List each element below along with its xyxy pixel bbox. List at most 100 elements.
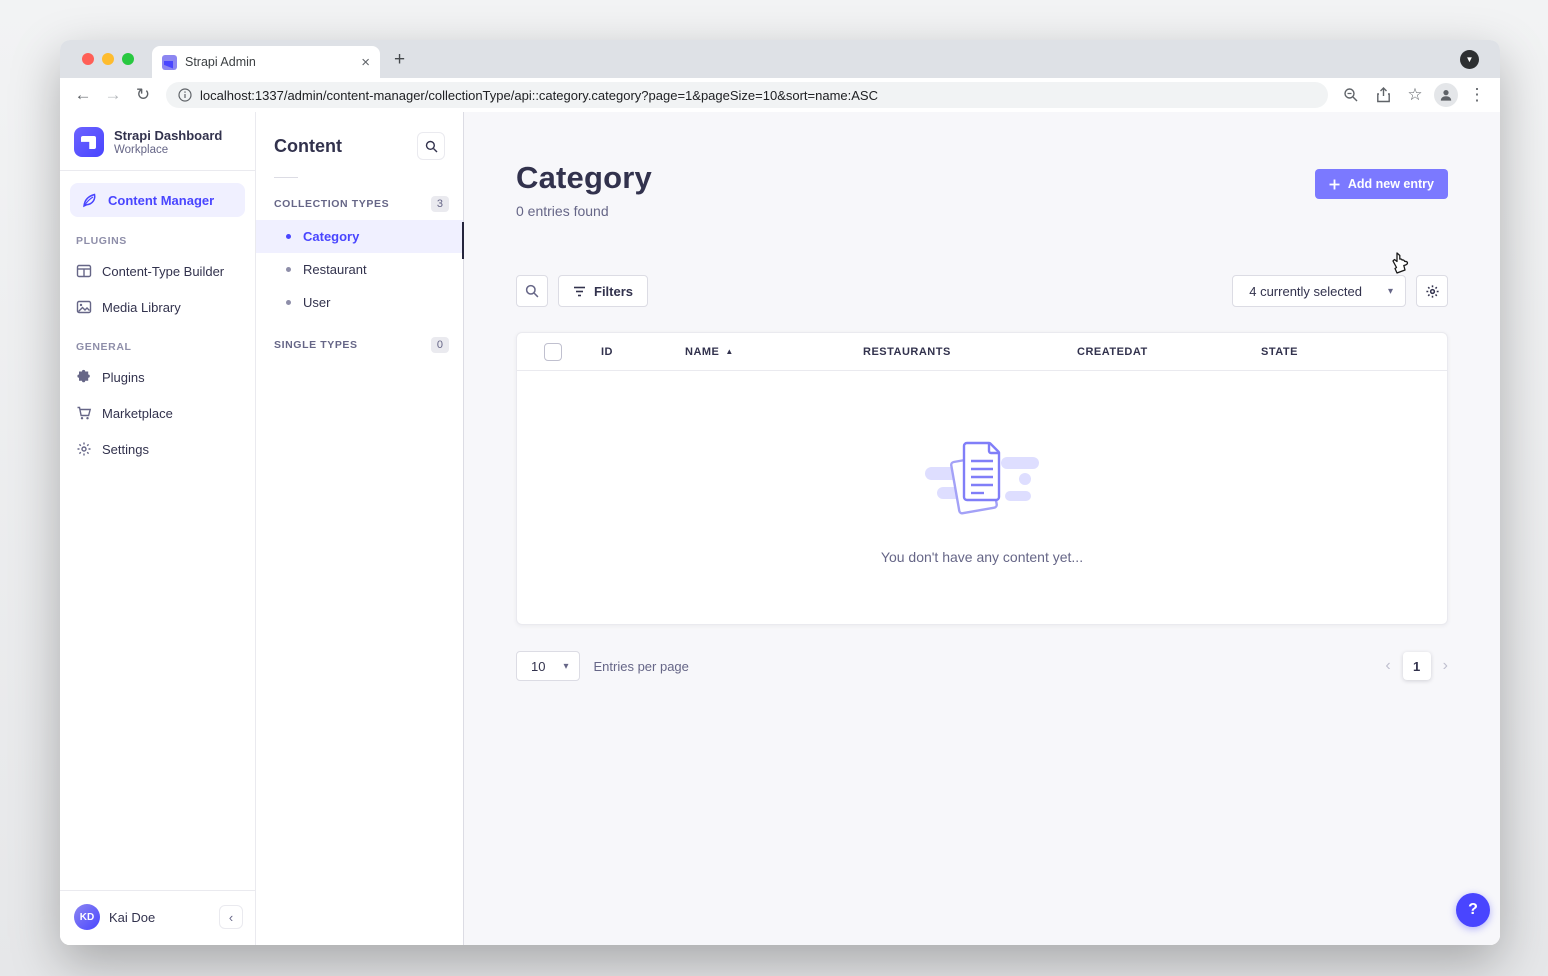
collapse-sidebar-button[interactable]: ‹: [219, 905, 243, 929]
workspace-title: Strapi Dashboard: [114, 128, 222, 144]
reload-button[interactable]: ↻: [130, 82, 156, 108]
browser-profile-avatar[interactable]: [1434, 83, 1458, 107]
empty-documents-illustration: [921, 431, 1043, 527]
table-settings-button[interactable]: [1416, 275, 1448, 307]
column-header-createdat[interactable]: CREATEDAT: [1077, 346, 1261, 358]
bookmark-star-icon[interactable]: ☆: [1402, 82, 1428, 108]
fields-selected-value: 4 currently selected: [1249, 284, 1362, 299]
single-types-count-badge: 0: [431, 337, 449, 353]
sidebar-item-media-library[interactable]: Media Library: [60, 289, 255, 325]
search-icon: [425, 140, 438, 153]
user-row: KD Kai Doe ‹: [60, 890, 255, 945]
workspace-brand[interactable]: Strapi Dashboard Workplace: [60, 112, 255, 171]
column-header-restaurants[interactable]: RESTAURANTS: [863, 346, 1077, 358]
previous-page-button[interactable]: ‹: [1385, 657, 1390, 675]
back-button[interactable]: ←: [70, 82, 96, 108]
workspace-subtitle: Workplace: [114, 144, 222, 156]
filter-icon: [573, 286, 586, 297]
browser-menu-icon[interactable]: ⋮: [1464, 82, 1490, 108]
collection-type-restaurant[interactable]: Restaurant: [256, 253, 463, 286]
sidebar-item-label: Content-Type Builder: [102, 264, 224, 279]
tab-close-icon[interactable]: ×: [361, 55, 370, 70]
filters-button[interactable]: Filters: [558, 275, 648, 307]
bullet-icon: [286, 300, 291, 305]
sidebar-item-label: Content Manager: [108, 193, 214, 208]
empty-state-text: You don't have any content yet...: [881, 549, 1083, 565]
strapi-logo-icon: [74, 127, 104, 157]
single-types-header: SINGLE TYPES 0: [256, 319, 463, 361]
minimize-window-button[interactable]: [102, 53, 114, 65]
column-header-name[interactable]: NAME ▲: [685, 346, 863, 358]
sidebar-item-marketplace[interactable]: Marketplace: [60, 395, 255, 431]
plus-icon: [1329, 179, 1340, 190]
feather-pen-icon: [82, 192, 98, 208]
sidebar-item-content-manager[interactable]: Content Manager: [70, 183, 245, 217]
maximize-window-button[interactable]: [122, 53, 134, 65]
sidebar-section-plugins: PLUGINS: [60, 219, 255, 253]
page-title: Category: [516, 160, 652, 196]
collection-type-label: Restaurant: [303, 262, 367, 277]
forward-button[interactable]: →: [100, 82, 126, 108]
collection-types-header: COLLECTION TYPES 3: [256, 178, 463, 220]
collection-types-label: COLLECTION TYPES: [274, 198, 389, 210]
page-size-value: 10: [531, 659, 545, 674]
share-icon[interactable]: [1370, 82, 1396, 108]
tab-title: Strapi Admin: [185, 55, 353, 69]
column-header-id[interactable]: ID: [601, 346, 685, 358]
collection-type-user[interactable]: User: [256, 286, 463, 319]
tab-strip: Strapi Admin × + ▼: [60, 40, 1500, 78]
content-panel: Content COLLECTION TYPES 3 Category: [256, 112, 464, 945]
gear-icon: [76, 441, 92, 457]
table-search-button[interactable]: [516, 275, 548, 307]
strapi-app: Strapi Dashboard Workplace Content Manag…: [60, 112, 1500, 945]
strapi-favicon-icon: [162, 55, 177, 70]
help-button[interactable]: ?: [1456, 893, 1490, 927]
layout-icon: [76, 263, 92, 279]
browser-window: Strapi Admin × + ▼ ← → ↻ localhost:1337/…: [60, 40, 1500, 945]
traffic-lights: [82, 53, 134, 65]
url-bar[interactable]: localhost:1337/admin/content-manager/col…: [166, 82, 1328, 108]
mouse-cursor-icon: [1390, 252, 1412, 278]
browser-badge-icon[interactable]: ▼: [1460, 50, 1479, 69]
browser-tab[interactable]: Strapi Admin ×: [152, 46, 380, 78]
search-icon: [525, 284, 539, 298]
user-name: Kai Doe: [109, 910, 210, 925]
page-number-button[interactable]: 1: [1403, 652, 1431, 680]
main-content: Category 0 entries found Add new entry: [464, 112, 1500, 945]
zoom-icon[interactable]: [1338, 82, 1364, 108]
browser-toolbar: ← → ↻ localhost:1337/admin/content-manag…: [60, 78, 1500, 112]
content-search-button[interactable]: [417, 132, 445, 160]
entries-table: ID NAME ▲ RESTAURANTS CREATEDAT STATE: [516, 332, 1448, 625]
chevron-down-icon: ▾: [563, 661, 568, 672]
sidebar-item-settings[interactable]: Settings: [60, 431, 255, 467]
page-size-dropdown[interactable]: 10 ▾: [516, 651, 580, 681]
user-avatar[interactable]: KD: [74, 904, 100, 930]
sidebar-item-content-type-builder[interactable]: Content-Type Builder: [60, 253, 255, 289]
sidebar-item-plugins[interactable]: Plugins: [60, 359, 255, 395]
filters-label: Filters: [594, 284, 633, 299]
site-info-icon[interactable]: [178, 88, 192, 102]
pagination-bar: 10 ▾ Entries per page ‹ 1 ›: [516, 651, 1448, 681]
add-new-entry-label: Add new entry: [1348, 177, 1434, 191]
chevron-down-icon: ▾: [1388, 286, 1393, 297]
bullet-icon: [286, 267, 291, 272]
column-header-state[interactable]: STATE: [1261, 346, 1447, 358]
collection-type-label: Category: [303, 229, 359, 244]
new-tab-button[interactable]: +: [394, 50, 405, 69]
url-text: localhost:1337/admin/content-manager/col…: [200, 88, 878, 103]
add-new-entry-button[interactable]: Add new entry: [1315, 169, 1448, 199]
next-page-button[interactable]: ›: [1443, 657, 1448, 675]
sidebar-item-label: Plugins: [102, 370, 145, 385]
select-all-checkbox[interactable]: [544, 343, 562, 361]
empty-state: You don't have any content yet...: [517, 371, 1447, 624]
sidebar-item-label: Media Library: [102, 300, 181, 315]
bullet-icon: [286, 234, 291, 239]
sidebar-item-label: Settings: [102, 442, 149, 457]
entries-per-page-label: Entries per page: [594, 659, 689, 674]
cart-icon: [76, 405, 92, 421]
collection-types-count-badge: 3: [431, 196, 449, 212]
close-window-button[interactable]: [82, 53, 94, 65]
collection-type-category[interactable]: Category: [256, 220, 463, 253]
fields-selected-dropdown[interactable]: 4 currently selected ▾: [1232, 275, 1406, 307]
collection-type-label: User: [303, 295, 330, 310]
